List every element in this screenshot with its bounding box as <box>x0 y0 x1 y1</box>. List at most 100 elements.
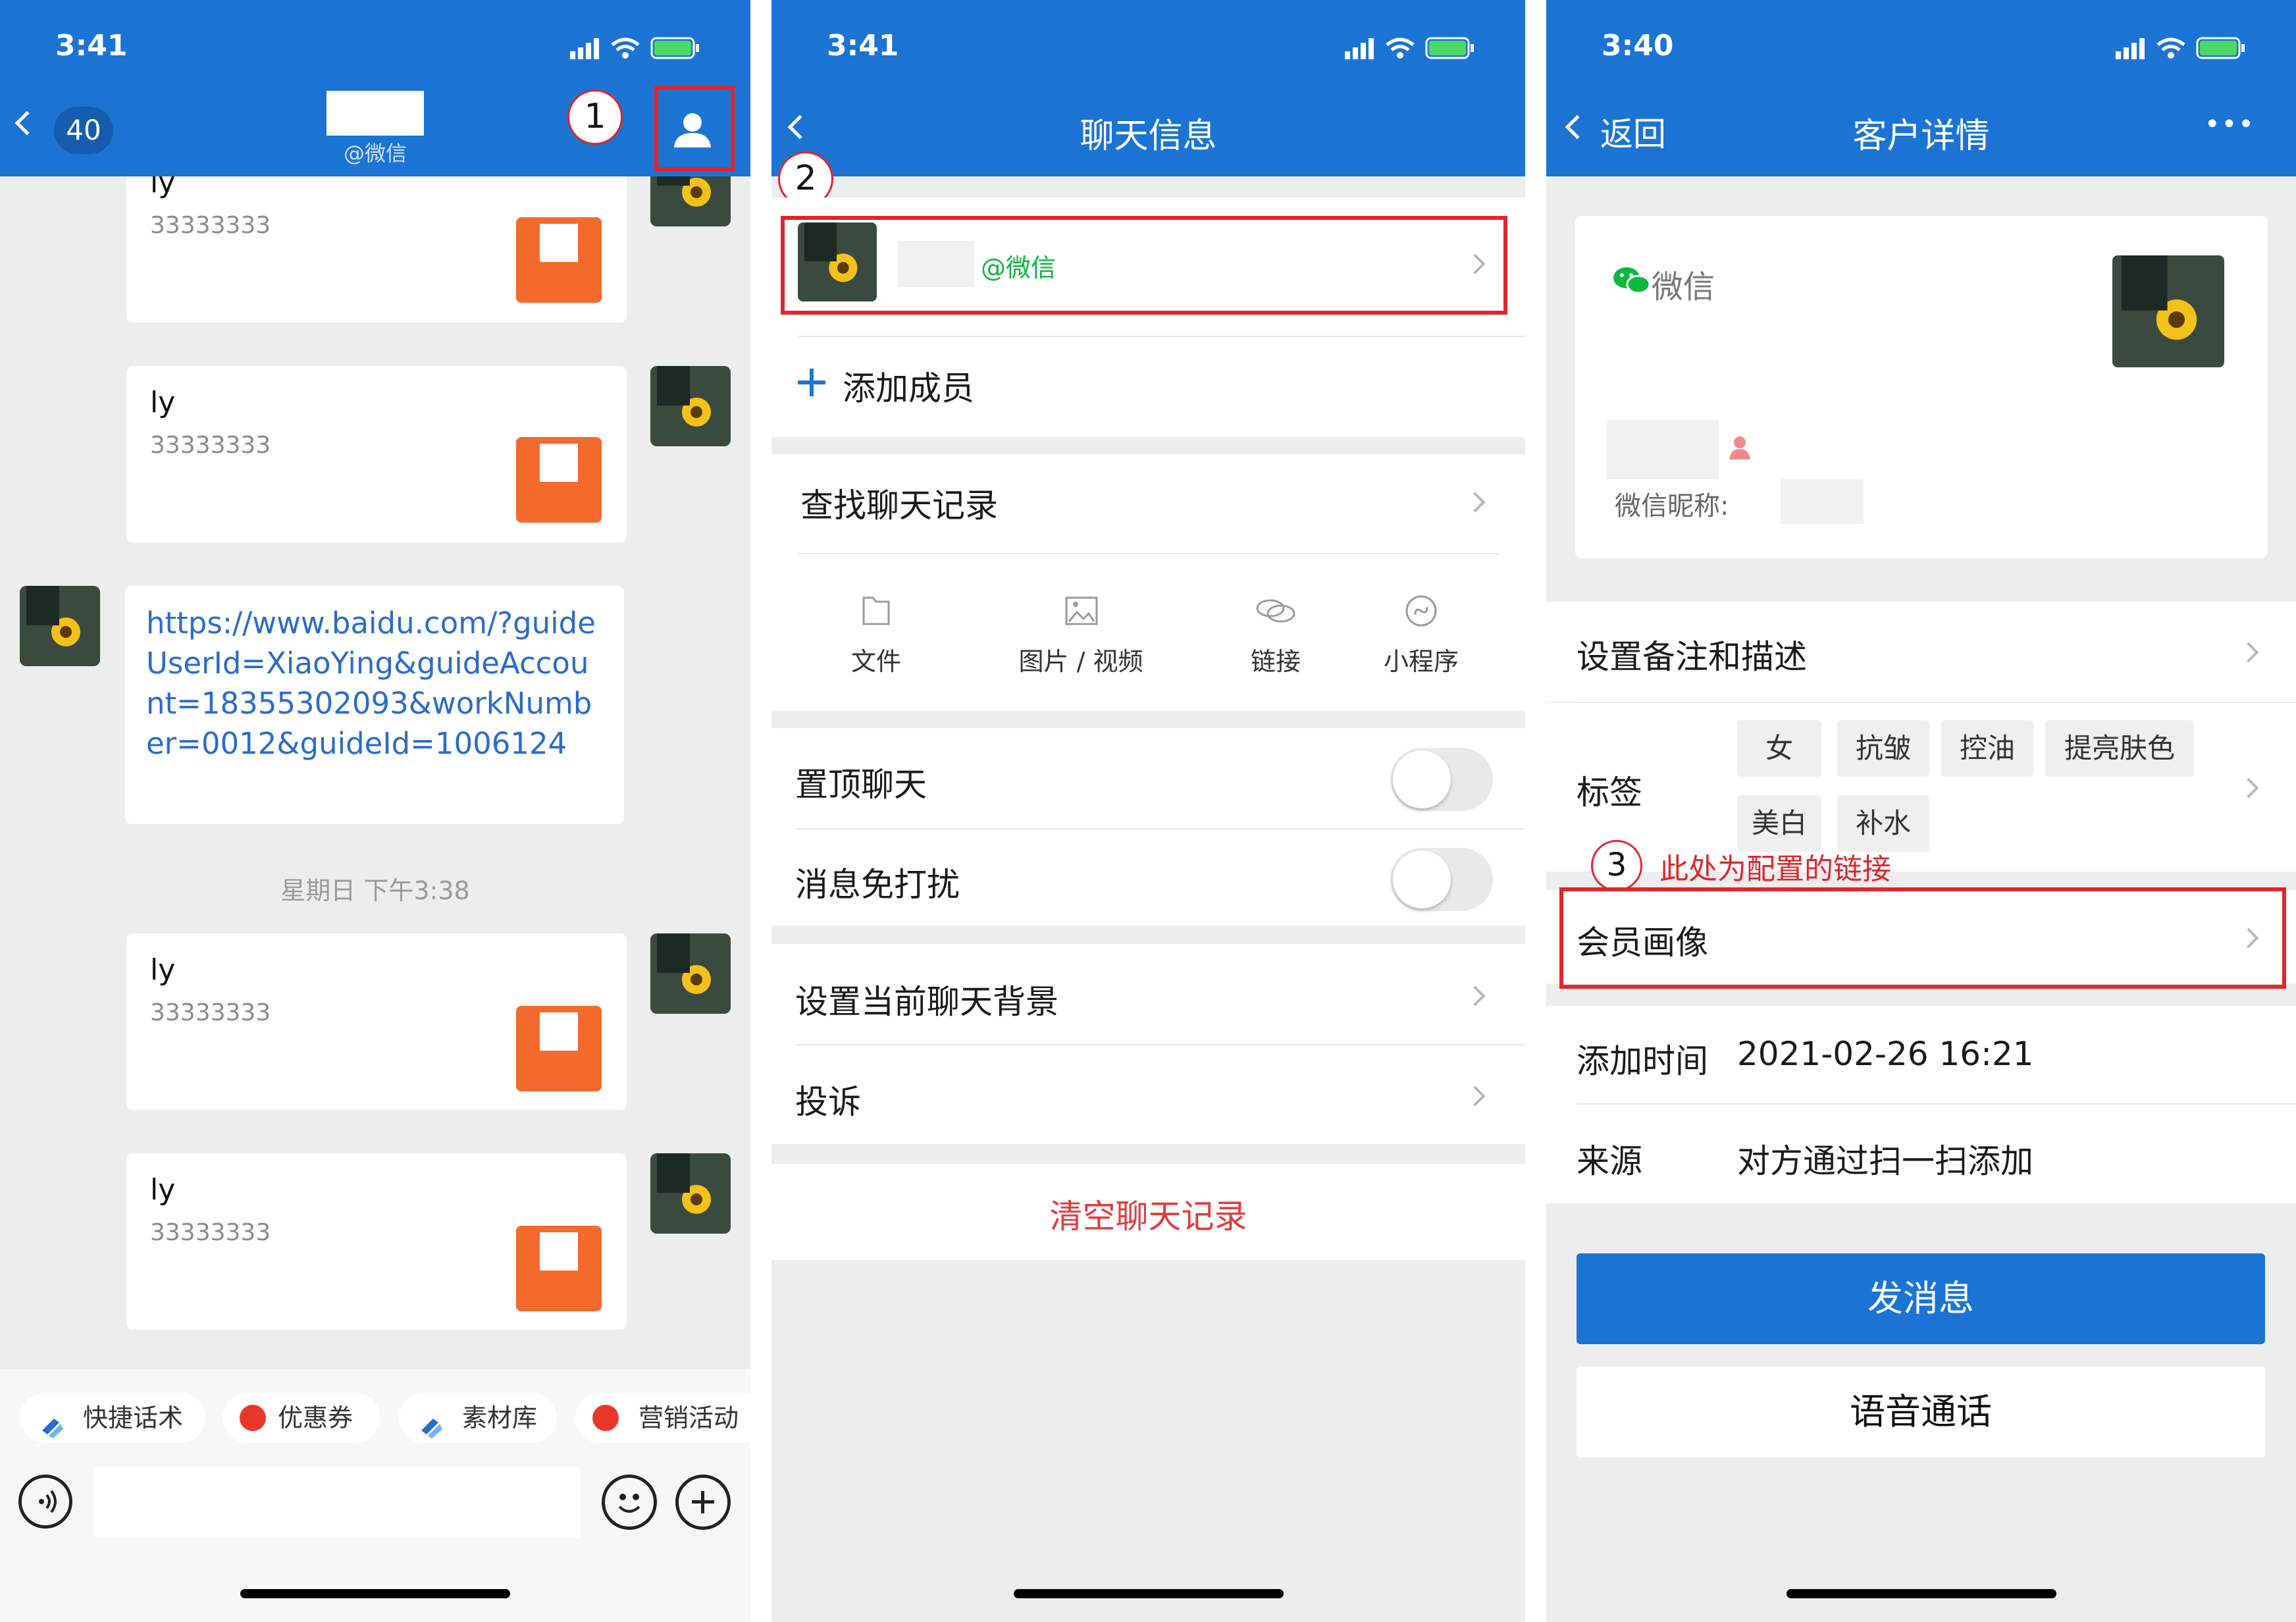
annotation-number: 3 <box>1591 840 1642 891</box>
customer-detail-screen: 3:40 返回 客户详情 ••• 微信 微信昵称: 设置备注和描述 标签 女 抗… <box>1546 0 2296 1622</box>
send-message-button[interactable]: 发消息 <box>1577 1253 2265 1344</box>
more-icon[interactable]: ••• <box>2205 109 2255 140</box>
link-message-card[interactable]: https://www.baidu.com/?guideUserId=XiaoY… <box>125 586 624 824</box>
message-text: 33333333 <box>150 212 271 239</box>
message-card[interactable]: ly 33333333 <box>126 158 627 323</box>
unread-count-badge[interactable]: 40 <box>54 107 113 154</box>
tags-label: 标签 <box>1577 773 1642 812</box>
avatar[interactable] <box>650 933 731 1014</box>
message-card[interactable]: ly 33333333 <box>126 933 627 1110</box>
sender-name: ly <box>150 1173 176 1207</box>
person-icon <box>1729 436 1750 459</box>
pin-chat-label: 置顶聊天 <box>795 766 927 804</box>
pin-chat-toggle[interactable] <box>1390 748 1493 811</box>
chat-background-item[interactable]: 设置当前聊天背景 <box>795 976 1058 1023</box>
page-title: 聊天信息 <box>1080 117 1217 156</box>
status-icons <box>1345 37 1474 59</box>
quick-reply-chip[interactable]: 快捷话术 <box>20 1393 205 1443</box>
clear-history-button[interactable]: 清空聊天记录 <box>771 1190 1525 1238</box>
tag: 控油 <box>1941 720 2033 777</box>
coupon-icon <box>592 1405 619 1431</box>
header-subtitle: @微信 <box>343 141 407 166</box>
tag: 抗皱 <box>1837 720 1929 777</box>
message-card[interactable]: ly 33333333 <box>126 366 627 542</box>
message-text: 33333333 <box>150 432 271 459</box>
avatar[interactable] <box>650 366 731 446</box>
back-icon[interactable] <box>14 111 39 136</box>
chip-label: 优惠券 <box>278 1403 353 1432</box>
redacted-name <box>326 91 424 136</box>
lightning-icon <box>419 1406 445 1438</box>
customer-header: 3:40 返回 客户详情 ••• <box>1546 0 2296 176</box>
home-indicator <box>240 1589 510 1598</box>
timestamp: 星期日 下午3:38 <box>280 876 470 905</box>
home-indicator <box>1786 1589 2056 1598</box>
message-text: 33333333 <box>150 1219 271 1246</box>
gap <box>750 0 771 1622</box>
status-icons <box>570 37 699 59</box>
redacted-nickname <box>1781 479 1864 524</box>
gap <box>1525 0 1546 1622</box>
link-text[interactable]: https://www.baidu.com/?guideUserId=XiaoY… <box>146 603 607 764</box>
voice-input-icon[interactable] <box>18 1475 72 1529</box>
link-icon <box>1256 599 1295 623</box>
coupon-icon <box>240 1405 266 1431</box>
category-label: 小程序 <box>1383 647 1459 676</box>
search-history-item[interactable]: 查找聊天记录 <box>800 479 998 527</box>
source-label: 来源 <box>1577 1142 1642 1180</box>
category-links[interactable]: 链接 <box>1236 592 1315 677</box>
wechat-icon <box>1613 267 1650 294</box>
coupon-chip[interactable]: 优惠券 <box>222 1393 380 1443</box>
tag: 女 <box>1737 720 1821 777</box>
sender-name: ly <box>150 386 176 419</box>
status-time: 3:41 <box>55 29 128 63</box>
set-remark-item[interactable]: 设置备注和描述 <box>1577 631 1807 678</box>
category-label: 文件 <box>850 647 901 676</box>
customer-card: 微信 微信昵称: <box>1575 216 2268 558</box>
add-icon[interactable] <box>795 366 828 399</box>
divider <box>795 828 1525 829</box>
add-member-button[interactable]: 添加成员 <box>843 362 974 409</box>
emoji-icon[interactable] <box>602 1475 657 1530</box>
chip-label: 营销活动 <box>639 1403 739 1432</box>
tag: 美白 <box>1737 795 1821 852</box>
message-text: 33333333 <box>150 999 271 1026</box>
image-icon <box>1065 596 1098 625</box>
chat-info-header: 3:41 聊天信息 <box>771 0 1525 176</box>
material-chip[interactable]: 素材库 <box>399 1393 557 1443</box>
category-media[interactable]: 图片 / 视频 <box>989 592 1173 677</box>
lightning-icon <box>39 1406 66 1438</box>
chip-label: 快捷话术 <box>83 1403 184 1432</box>
avatar[interactable] <box>20 586 100 666</box>
avatar[interactable] <box>650 1153 731 1234</box>
category-files[interactable]: 文件 <box>847 592 906 677</box>
divider <box>1577 1103 2296 1105</box>
voice-call-button[interactable]: 语音通话 <box>1577 1367 2265 1457</box>
mini-program-icon <box>1405 595 1437 627</box>
divider <box>798 553 1499 554</box>
annotation-text: 此处为配置的链接 <box>1659 852 1891 886</box>
status-time: 3:40 <box>1602 29 1674 63</box>
plus-icon[interactable] <box>675 1475 731 1530</box>
redacted-name <box>1607 420 1719 479</box>
qr-thumbnail <box>516 1226 602 1311</box>
category-label: 链接 <box>1250 647 1301 676</box>
annotation-box <box>781 216 1507 315</box>
wechat-label: 微信 <box>1652 269 1715 305</box>
message-card[interactable]: ly 33333333 <box>126 1153 627 1330</box>
customer-avatar[interactable] <box>2112 255 2224 367</box>
message-input[interactable] <box>93 1467 581 1538</box>
qr-thumbnail <box>516 1006 602 1091</box>
chip-label: 素材库 <box>462 1403 538 1432</box>
home-indicator <box>1013 1589 1284 1598</box>
report-item[interactable]: 投诉 <box>795 1076 861 1123</box>
annotation-number: 1 <box>567 90 623 145</box>
mute-toggle[interactable] <box>1390 848 1493 911</box>
tag: 提亮肤色 <box>2045 720 2194 777</box>
chat-header: 3:41 40 @微信 <box>0 0 750 176</box>
page-title: 客户详情 <box>1852 117 1990 156</box>
campaign-chip[interactable]: 营销活动 <box>575 1393 750 1443</box>
category-mini-programs[interactable]: 小程序 <box>1372 592 1471 677</box>
chat-info-screen: 3:41 聊天信息 2 @微信 添加成员 查找聊天记录 文件 图片 / 视频 链… <box>771 0 1525 1622</box>
divider <box>795 1044 1525 1045</box>
